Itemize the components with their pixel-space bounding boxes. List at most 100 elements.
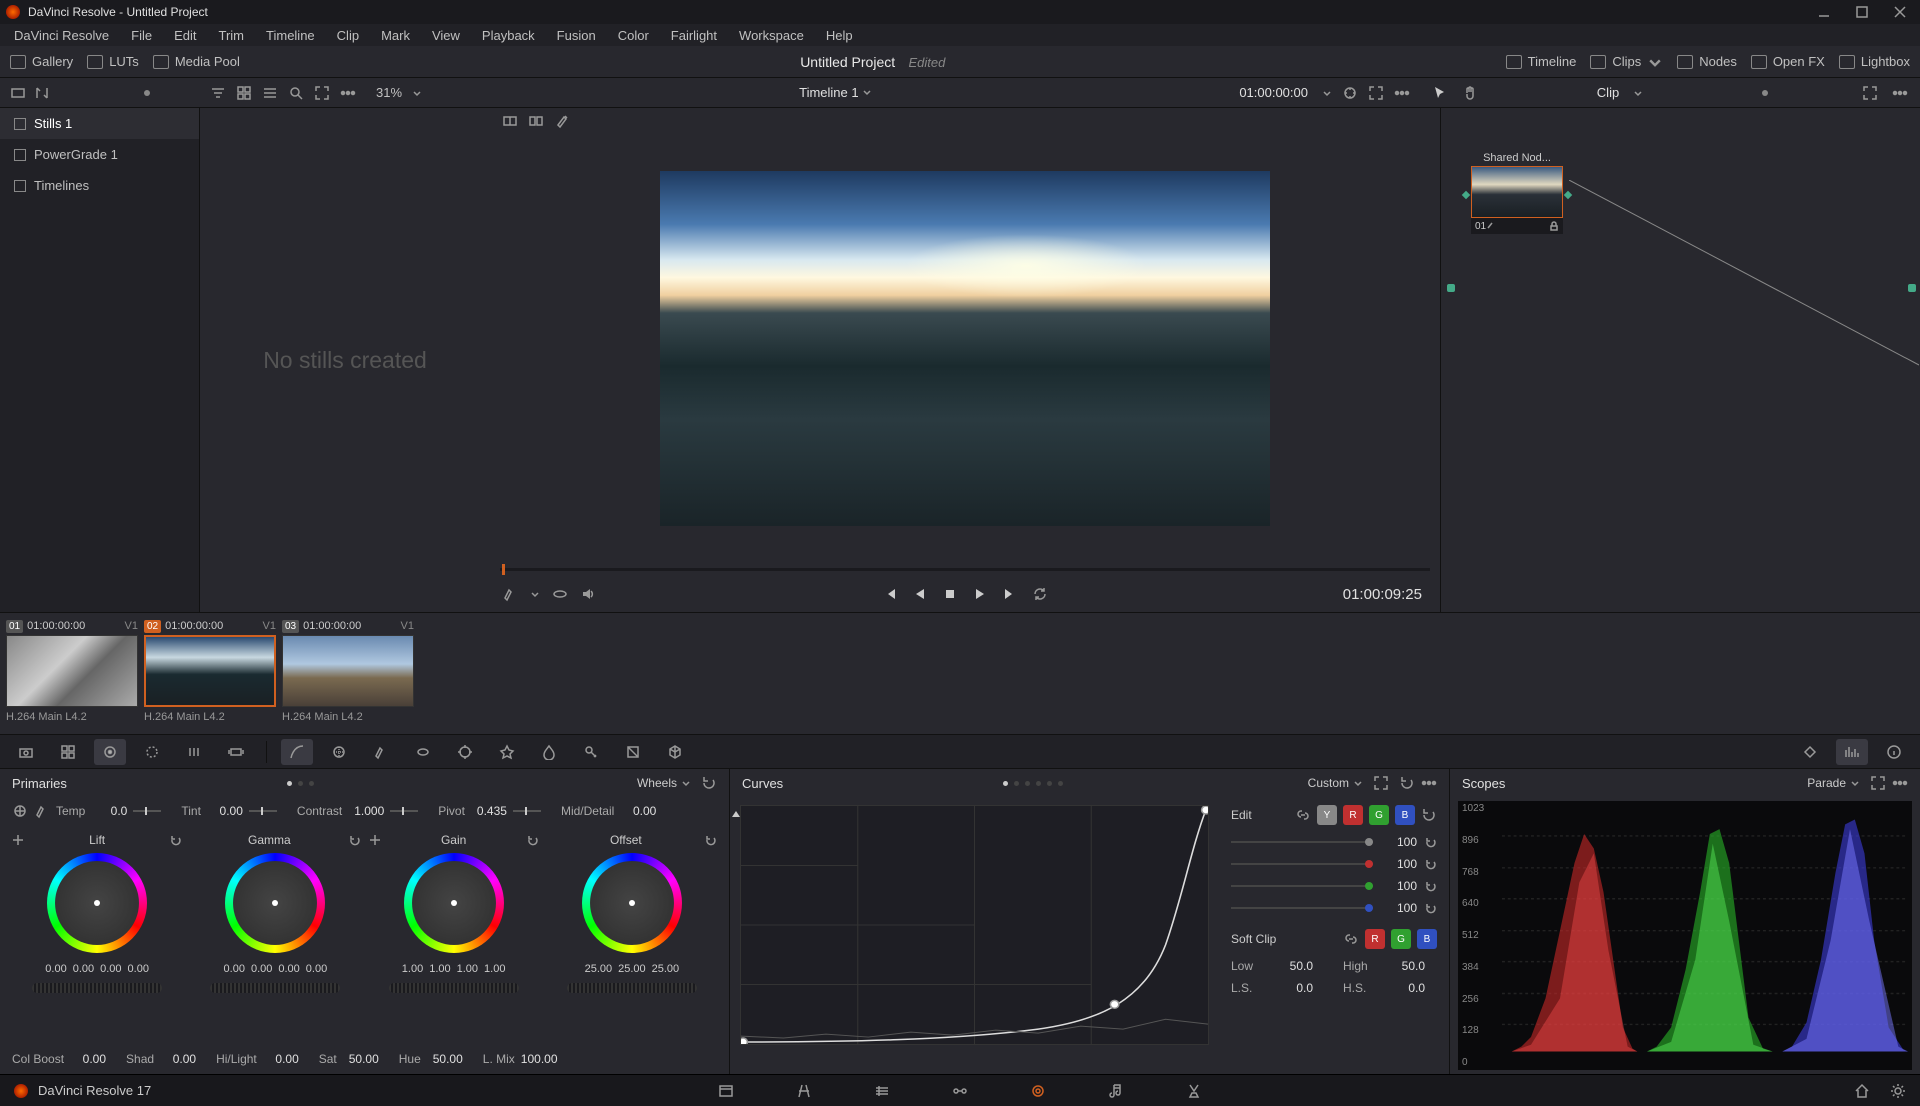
viewer-expand-icon[interactable] [1368, 85, 1384, 101]
node-mode[interactable]: Clip [1597, 85, 1619, 100]
softclip-green-button[interactable]: G [1391, 929, 1411, 949]
menu-clip[interactable]: Clip [327, 26, 369, 45]
media-page-button[interactable] [712, 1080, 740, 1102]
link-icon[interactable] [1343, 931, 1359, 947]
channel-luma-button[interactable]: Y [1317, 805, 1337, 825]
gain-b[interactable]: 1.00 [484, 963, 505, 975]
qualifier-palette[interactable] [365, 739, 397, 765]
sizing-palette[interactable] [617, 739, 649, 765]
menu-workspace[interactable]: Workspace [729, 26, 814, 45]
clip-card[interactable]: 0101:00:00:00V1 H.264 Main L4.2 [6, 617, 138, 730]
chevron-down-icon[interactable] [1322, 88, 1332, 98]
low-value[interactable]: 50.0 [1273, 959, 1313, 973]
gallery-tab-powergrade[interactable]: PowerGrade 1 [0, 139, 199, 170]
viewer-timeline-name[interactable]: Timeline 1 [432, 85, 1239, 100]
colboost-value[interactable]: 0.00 [70, 1052, 106, 1066]
clip-thumbnail[interactable] [282, 635, 414, 707]
picker-icon[interactable] [369, 834, 381, 846]
reset-icon[interactable] [1425, 858, 1437, 870]
offset-r[interactable]: 25.00 [585, 963, 613, 975]
chevron-down-icon[interactable] [412, 88, 422, 98]
minimize-button[interactable] [1810, 3, 1838, 21]
node-source-anchor[interactable] [1447, 284, 1455, 292]
stills-view-icon[interactable] [10, 85, 26, 101]
hue-value[interactable]: 50.00 [427, 1052, 463, 1066]
clip-thumbnail[interactable] [6, 635, 138, 707]
menu-app[interactable]: DaVinci Resolve [4, 26, 119, 45]
gain-g[interactable]: 1.00 [457, 963, 478, 975]
temp-value[interactable]: 0.0 [91, 804, 127, 818]
options-icon[interactable] [1421, 775, 1437, 791]
offset-wheel[interactable] [582, 853, 682, 953]
spline-blue-val[interactable]: 100 [1381, 901, 1417, 915]
lift-r[interactable]: 0.00 [73, 963, 94, 975]
unmix-icon[interactable] [552, 586, 568, 602]
blur-palette[interactable] [533, 739, 565, 765]
reset-icon[interactable] [1425, 836, 1437, 848]
node-options-icon[interactable] [1892, 85, 1908, 101]
high-value[interactable]: 50.0 [1385, 959, 1425, 973]
channel-red-button[interactable]: R [1343, 805, 1363, 825]
stills-sort-icon[interactable] [34, 85, 50, 101]
menu-color[interactable]: Color [608, 26, 659, 45]
lift-g[interactable]: 0.00 [100, 963, 121, 975]
reset-icon[interactable] [527, 834, 539, 846]
prev-clip-button[interactable] [882, 586, 898, 602]
curves-mode-select[interactable]: Custom [1308, 776, 1363, 790]
picker-icon[interactable] [12, 834, 24, 846]
gallery-toggle[interactable]: Gallery [10, 54, 73, 69]
gain-y[interactable]: 1.00 [402, 963, 423, 975]
menu-mark[interactable]: Mark [371, 26, 420, 45]
menu-fusion[interactable]: Fusion [547, 26, 606, 45]
timeline-toggle[interactable]: Timeline [1506, 54, 1577, 69]
pivot-value[interactable]: 0.435 [471, 804, 507, 818]
key-palette[interactable] [575, 739, 607, 765]
menu-file[interactable]: File [121, 26, 162, 45]
channel-green-button[interactable]: G [1369, 805, 1389, 825]
options-icon[interactable] [1892, 775, 1908, 791]
node[interactable]: Shared Nod... 01 [1471, 152, 1563, 234]
sort-icon[interactable] [210, 85, 226, 101]
clip-thumbnail[interactable] [144, 635, 276, 707]
project-settings-icon[interactable] [1890, 1083, 1906, 1099]
chevron-down-icon[interactable] [530, 586, 540, 602]
playhead[interactable] [502, 564, 505, 575]
3d-palette[interactable] [659, 739, 691, 765]
render-cache-icon[interactable] [1342, 85, 1358, 101]
gamma-master-slider[interactable] [210, 983, 340, 993]
reset-icon[interactable] [349, 834, 361, 846]
pointer-icon[interactable] [1432, 85, 1448, 101]
nodes-toggle[interactable]: Nodes [1677, 54, 1737, 69]
reset-icon[interactable] [1425, 880, 1437, 892]
gamma-wheel[interactable] [225, 853, 325, 953]
viewer-options-icon[interactable] [1394, 85, 1410, 101]
shad-value[interactable]: 0.00 [160, 1052, 196, 1066]
openfx-toggle[interactable]: Open FX [1751, 54, 1825, 69]
expand-icon[interactable] [1373, 775, 1389, 791]
contrast-value[interactable]: 1.000 [348, 804, 384, 818]
menu-view[interactable]: View [422, 26, 470, 45]
clip-card[interactable]: 0301:00:00:00V1 H.264 Main L4.2 [282, 617, 414, 730]
node-editor[interactable]: Shared Nod... 01 [1440, 108, 1920, 612]
fusion-page-button[interactable] [946, 1080, 974, 1102]
tint-value[interactable]: 0.00 [207, 804, 243, 818]
lift-wheel[interactable] [47, 853, 147, 953]
spline-luma-val[interactable]: 100 [1381, 835, 1417, 849]
reset-icon[interactable] [170, 834, 182, 846]
mediapool-toggle[interactable]: Media Pool [153, 54, 240, 69]
lift-b[interactable]: 0.00 [128, 963, 149, 975]
viewer-scrubber[interactable] [490, 562, 1440, 576]
middetail-value[interactable]: 0.00 [620, 804, 656, 818]
spline-green-val[interactable]: 100 [1381, 879, 1417, 893]
hand-icon[interactable] [1462, 85, 1478, 101]
window-palette[interactable] [407, 739, 439, 765]
menu-playback[interactable]: Playback [472, 26, 545, 45]
hdr-palette[interactable] [136, 739, 168, 765]
next-clip-button[interactable] [1002, 586, 1018, 602]
reset-icon[interactable] [705, 834, 717, 846]
gamma-b[interactable]: 0.00 [306, 963, 327, 975]
maximize-button[interactable] [1848, 3, 1876, 21]
gallery-tab-timelines[interactable]: Timelines [0, 170, 199, 201]
clip-card[interactable]: 0201:00:00:00V1 H.264 Main L4.2 [144, 617, 276, 730]
curve-graph[interactable] [740, 805, 1209, 1045]
